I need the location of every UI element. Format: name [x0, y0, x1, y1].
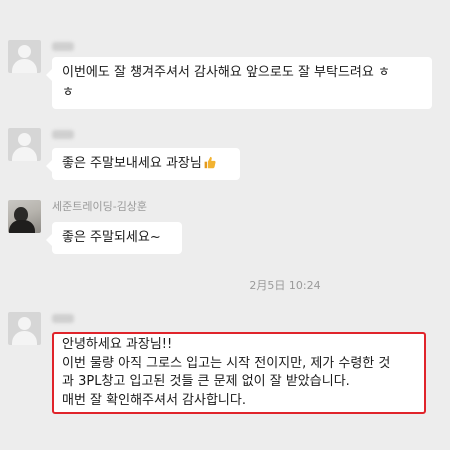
- avatar[interactable]: [8, 40, 41, 73]
- sender-name-redacted: [52, 42, 74, 51]
- avatar[interactable]: [8, 128, 41, 161]
- message-text-line: 이번 물량 아직 그로스 입고는 시작 전이지만, 제가 수령한 것: [62, 355, 391, 371]
- timestamp: 2月5日 10:24: [249, 279, 321, 292]
- message-text-line: 과 3PL창고 입고된 것들 큰 문제 없이 잘 받았습니다.: [62, 374, 350, 389]
- message-text-line: ㅎ: [62, 85, 74, 100]
- message-text-line: 안녕하세요 과장님!!: [62, 337, 173, 352]
- message-text-line: 이번에도 잘 챙겨주셔서 감사해요 앞으로도 잘 부탁드려요 ㅎ: [62, 65, 390, 80]
- highlighted-message-bubble[interactable]: 안녕하세요 과장님!! 이번 물량 아직 그로스 입고는 시작 전이지만, 제가…: [52, 332, 426, 414]
- avatar[interactable]: [8, 312, 41, 345]
- message-bubble[interactable]: 좋은 주말보내세요 과장님: [46, 148, 240, 180]
- message-text: 좋은 주말보내세요 과장님: [62, 156, 202, 171]
- thumbs-up-icon: [204, 156, 216, 169]
- message-text-line: 매번 잘 확인해주셔서 감사합니다.: [62, 392, 246, 408]
- message-text: 좋은 주말되세요~: [62, 230, 161, 245]
- message-bubble[interactable]: 이번에도 잘 챙겨주셔서 감사해요 앞으로도 잘 부탁드려요 ㅎ ㅎ: [46, 57, 432, 109]
- sender-name-redacted: [52, 130, 74, 139]
- avatar[interactable]: [8, 200, 41, 233]
- sender-name: 세준트레이딩-김상훈: [52, 200, 148, 213]
- sender-name-redacted: [52, 314, 74, 323]
- message-bubble[interactable]: 좋은 주말되세요~: [46, 222, 182, 254]
